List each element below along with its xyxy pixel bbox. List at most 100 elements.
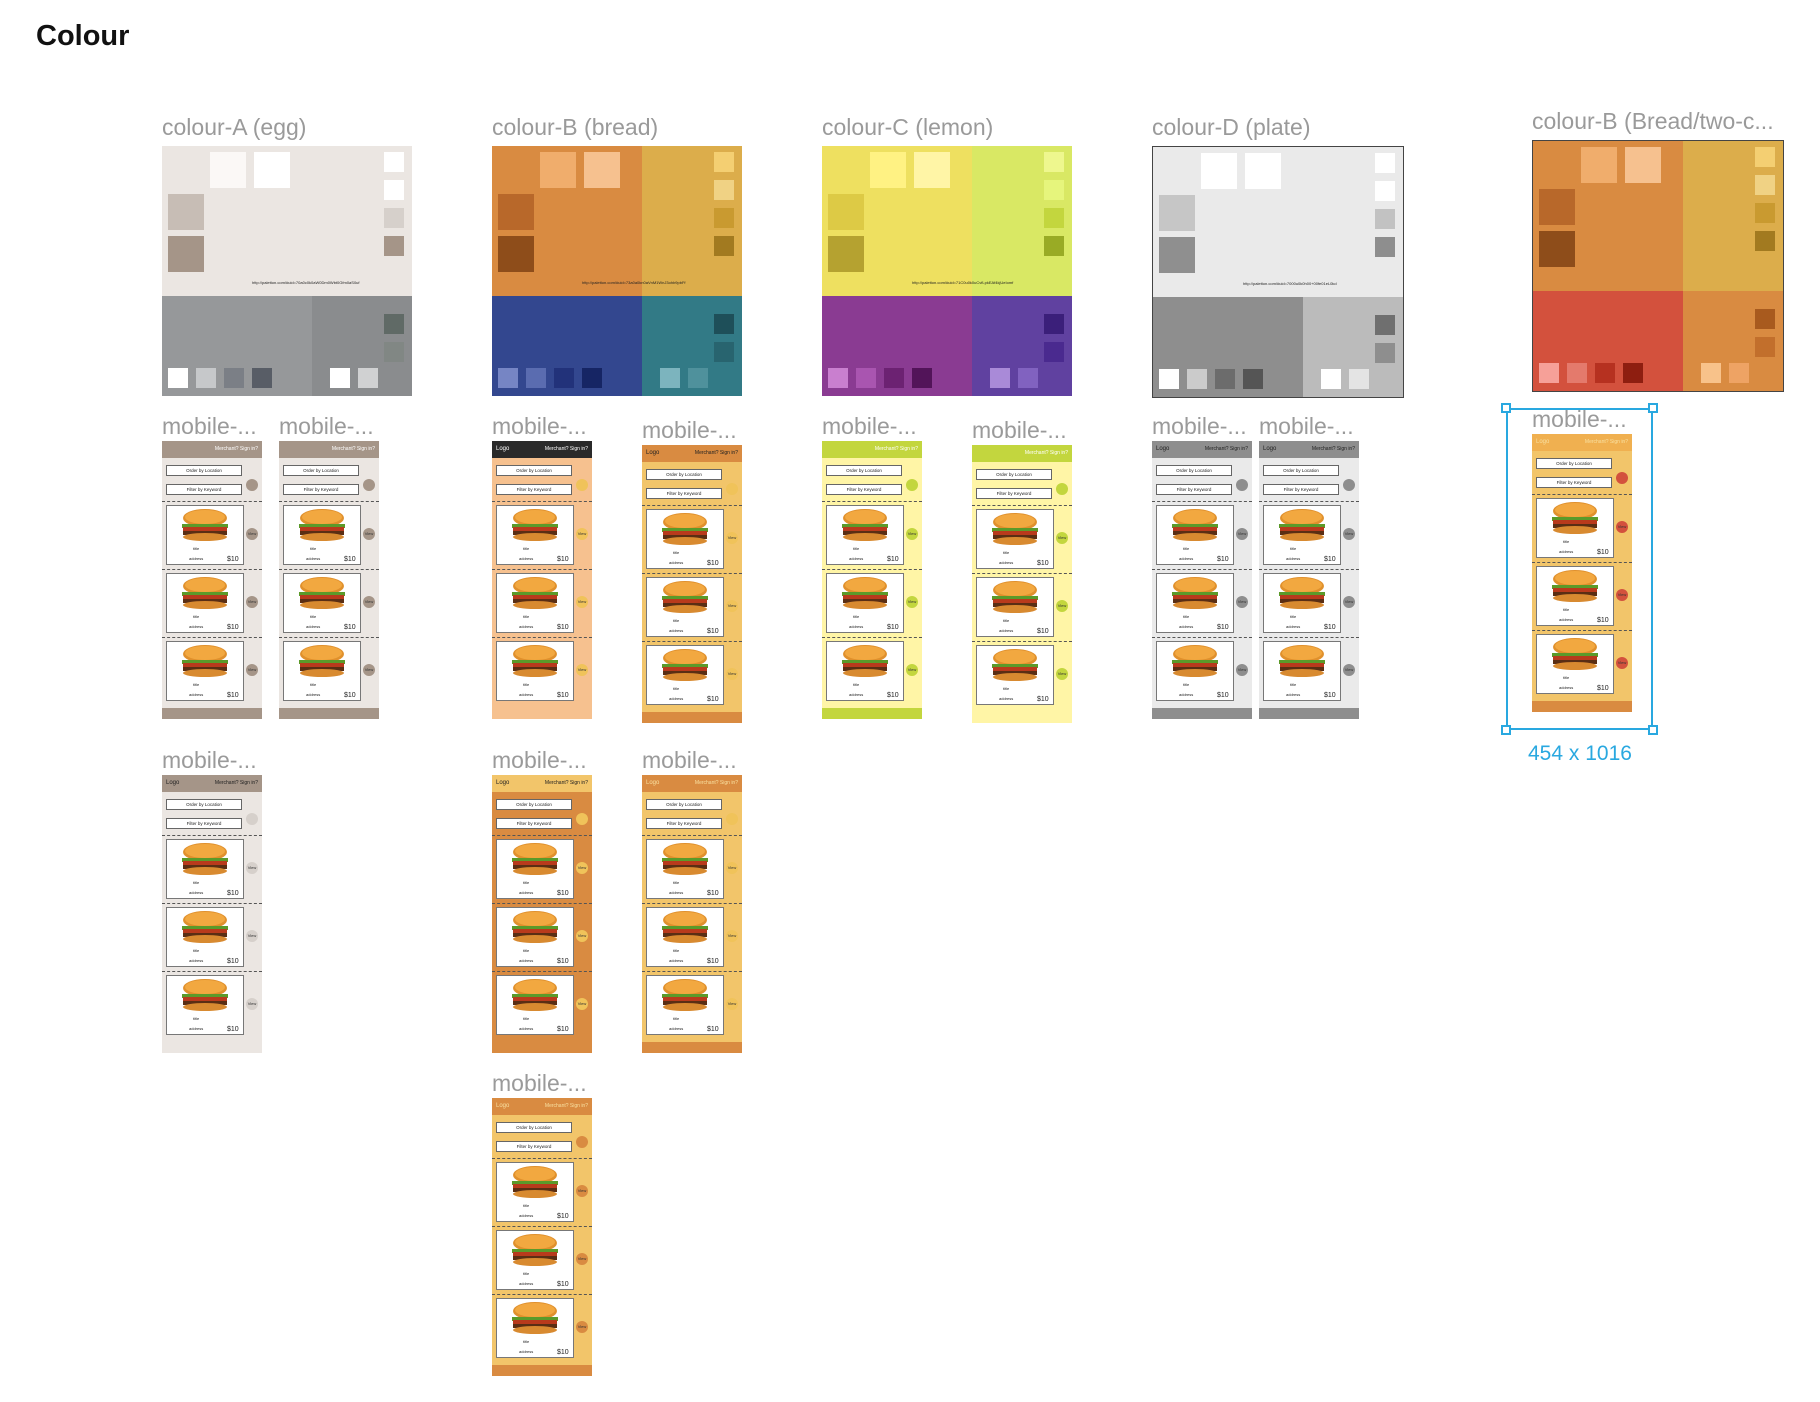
colour-swatch[interactable] (828, 194, 864, 230)
view-button[interactable]: View (726, 600, 738, 612)
colour-swatch[interactable] (254, 152, 290, 188)
view-button[interactable]: View (726, 930, 738, 942)
mock-nav[interactable]: Merchant? Sign in? (545, 446, 588, 452)
colour-swatch[interactable] (168, 368, 188, 388)
colour-swatch[interactable] (384, 236, 404, 256)
mock-nav[interactable]: Merchant? Sign in? (332, 446, 375, 452)
go-button[interactable] (726, 813, 738, 825)
order-by-location-field[interactable]: Order by Location (166, 465, 242, 476)
filter-by-keyword-field[interactable]: Filter by Keyword (1263, 484, 1339, 495)
restaurant-card[interactable]: title address $10 View (279, 637, 379, 704)
view-button[interactable]: View (726, 532, 738, 544)
mock-nav[interactable]: Merchant? Sign in? (875, 446, 918, 452)
colour-swatch[interactable] (210, 152, 246, 188)
palette-board[interactable] (1532, 140, 1784, 392)
order-by-location-field[interactable]: Order by Location (496, 799, 572, 810)
go-button[interactable] (1056, 483, 1068, 495)
colour-swatch[interactable] (1159, 237, 1195, 273)
restaurant-card[interactable]: title address $10 View (492, 903, 592, 970)
restaurant-card[interactable]: title address $10 View (1259, 637, 1359, 704)
colour-swatch[interactable] (1187, 369, 1207, 389)
view-button[interactable]: View (246, 596, 258, 608)
colour-swatch[interactable] (914, 152, 950, 188)
colour-swatch[interactable] (1375, 343, 1395, 363)
mobile-mockup-frame[interactable]: Logo Merchant? Sign in? Order by Location F… (492, 775, 592, 1053)
filter-by-keyword-field[interactable]: Filter by Keyword (496, 1141, 572, 1152)
order-by-location-field[interactable]: Order by Location (166, 799, 242, 810)
view-button[interactable]: View (576, 862, 588, 874)
mobile-mockup-frame[interactable]: Logo Merchant? Sign in? Order by Location F… (1152, 441, 1252, 719)
restaurant-card[interactable]: title address $10 View (162, 569, 262, 636)
colour-swatch[interactable] (1755, 203, 1775, 223)
order-by-location-field[interactable]: Order by Location (826, 465, 902, 476)
go-button[interactable] (576, 813, 588, 825)
view-button[interactable]: View (576, 1185, 588, 1197)
restaurant-card[interactable]: title address $10 View (492, 501, 592, 568)
colour-swatch[interactable] (1375, 237, 1395, 257)
restaurant-card[interactable]: title address $10 View (162, 501, 262, 568)
order-by-location-field[interactable]: Order by Location (283, 465, 359, 476)
restaurant-card[interactable]: title address $10 View (972, 641, 1072, 708)
restaurant-card[interactable]: title address $10 View (492, 1294, 592, 1361)
view-button[interactable]: View (246, 930, 258, 942)
filter-by-keyword-field[interactable]: Filter by Keyword (826, 484, 902, 495)
view-button[interactable]: View (363, 596, 375, 608)
filter-by-keyword-field[interactable]: Filter by Keyword (496, 818, 572, 829)
colour-swatch[interactable] (990, 368, 1010, 388)
colour-swatch[interactable] (1755, 309, 1775, 329)
view-button[interactable]: View (906, 528, 918, 540)
palette-board[interactable]: http://paletton.com/#uid=71C0u0k0uCvfLpk… (822, 146, 1072, 396)
colour-swatch[interactable] (1701, 363, 1721, 383)
colour-swatch[interactable] (1044, 208, 1064, 228)
colour-swatch[interactable] (884, 368, 904, 388)
mobile-mockup-frame[interactable]: Logo Merchant? Sign in? Order by Location F… (162, 775, 262, 1053)
colour-swatch[interactable] (1539, 231, 1575, 267)
colour-swatch[interactable] (1044, 152, 1064, 172)
view-button[interactable]: View (246, 528, 258, 540)
view-button[interactable]: View (1056, 600, 1068, 612)
restaurant-card[interactable]: title address $10 View (1259, 569, 1359, 636)
colour-swatch[interactable] (358, 368, 378, 388)
colour-swatch[interactable] (1567, 363, 1587, 383)
selection-handle-tr[interactable] (1648, 403, 1658, 413)
view-button[interactable]: View (1236, 596, 1248, 608)
colour-swatch[interactable] (1623, 363, 1643, 383)
view-button[interactable]: View (726, 998, 738, 1010)
restaurant-card[interactable]: title address $10 View (822, 501, 922, 568)
view-button[interactable]: View (1236, 664, 1248, 676)
colour-swatch[interactable] (1245, 153, 1281, 189)
restaurant-card[interactable]: title address $10 View (492, 971, 592, 1038)
restaurant-card[interactable]: title address $10 View (162, 637, 262, 704)
filter-by-keyword-field[interactable]: Filter by Keyword (646, 818, 722, 829)
colour-swatch[interactable] (714, 314, 734, 334)
colour-swatch[interactable] (498, 236, 534, 272)
colour-swatch[interactable] (856, 368, 876, 388)
mobile-mockup-frame[interactable]: Logo Merchant? Sign in? Order by Location F… (642, 445, 742, 723)
order-by-location-field[interactable]: Order by Location (1156, 465, 1232, 476)
view-button[interactable]: View (906, 664, 918, 676)
palette-board[interactable]: http://paletton.com/#uid=70a0c0k0aW0Dm0W… (162, 146, 412, 396)
go-button[interactable] (726, 483, 738, 495)
colour-swatch[interactable] (714, 180, 734, 200)
restaurant-card[interactable]: title address $10 View (972, 573, 1072, 640)
mobile-mockup-frame[interactable]: Logo Merchant? Sign in? Order by Location F… (642, 775, 742, 1053)
view-button[interactable]: View (576, 930, 588, 942)
colour-swatch[interactable] (688, 368, 708, 388)
restaurant-card[interactable]: title address $10 View (1152, 637, 1252, 704)
colour-swatch[interactable] (384, 152, 404, 172)
colour-swatch[interactable] (554, 368, 574, 388)
view-button[interactable]: View (246, 998, 258, 1010)
view-button[interactable]: View (576, 664, 588, 676)
mobile-mockup-frame[interactable]: Merchant? Sign in? Order by Location Filte… (972, 445, 1072, 723)
go-button[interactable] (1343, 479, 1355, 491)
colour-swatch[interactable] (1755, 147, 1775, 167)
colour-swatch[interactable] (582, 368, 602, 388)
colour-swatch[interactable] (1321, 369, 1341, 389)
mock-nav[interactable]: Merchant? Sign in? (1025, 450, 1068, 456)
restaurant-card[interactable]: title address $10 View (279, 569, 379, 636)
colour-swatch[interactable] (540, 152, 576, 188)
colour-swatch[interactable] (1375, 209, 1395, 229)
restaurant-card[interactable]: title address $10 View (642, 641, 742, 708)
view-button[interactable]: View (726, 862, 738, 874)
colour-swatch[interactable] (714, 236, 734, 256)
